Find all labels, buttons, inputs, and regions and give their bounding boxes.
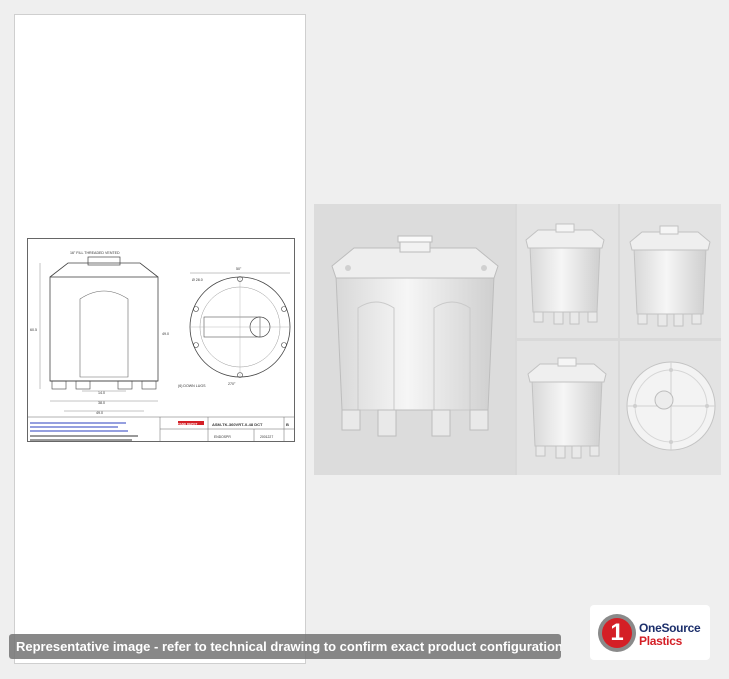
dim-diameter: 50" xyxy=(236,267,242,271)
logo-text-onesource: OneSource xyxy=(639,621,701,635)
dim-width-overall: 49.0 xyxy=(96,411,103,415)
dim-leg-width: 14.0 xyxy=(98,391,105,395)
tank-side xyxy=(629,225,711,327)
dim-width-base: 38.0 xyxy=(98,401,105,405)
logo-badge-icon: 1 xyxy=(598,614,636,652)
technical-drawing[interactable]: 16" FILL THREADED VENTED 60.5 49.0 49.0 … xyxy=(27,238,295,442)
drawing-number: 2001227 xyxy=(260,435,273,439)
dim-small-diameter: Ø 28.0 xyxy=(192,278,203,282)
product-photo-panel[interactable] xyxy=(314,204,721,475)
tank-rear xyxy=(527,357,607,459)
part-number: ENDOSPR xyxy=(214,435,231,439)
dim-inner-height: 49.0 xyxy=(162,332,169,336)
drawing-revision: B xyxy=(286,422,289,427)
logo-badge-digit: 1 xyxy=(602,618,632,648)
fitting-callout: 16" FILL THREADED VENTED xyxy=(70,251,120,255)
onesource-plastics-logo[interactable]: 1 OneSource Plastics xyxy=(590,605,710,660)
company-name: TANK DEPOT xyxy=(178,422,197,426)
drawing-title: ASM-TK-360VRT-X-48 DCT xyxy=(212,422,263,427)
tank-main xyxy=(331,235,499,437)
tank-top xyxy=(626,361,716,451)
tiedown-callout: (6) DOWN LUGS xyxy=(178,384,206,388)
tank-illustrations xyxy=(331,223,716,459)
dim-height: 60.5 xyxy=(30,328,37,332)
drawing-text: 16" FILL THREADED VENTED 60.5 49.0 49.0 … xyxy=(30,251,289,439)
disclaimer-caption: Representative image - refer to technica… xyxy=(9,634,561,659)
tank-front xyxy=(525,223,605,325)
logo-text-plastics: Plastics xyxy=(639,634,682,648)
angle-callout: 270° xyxy=(228,382,236,386)
